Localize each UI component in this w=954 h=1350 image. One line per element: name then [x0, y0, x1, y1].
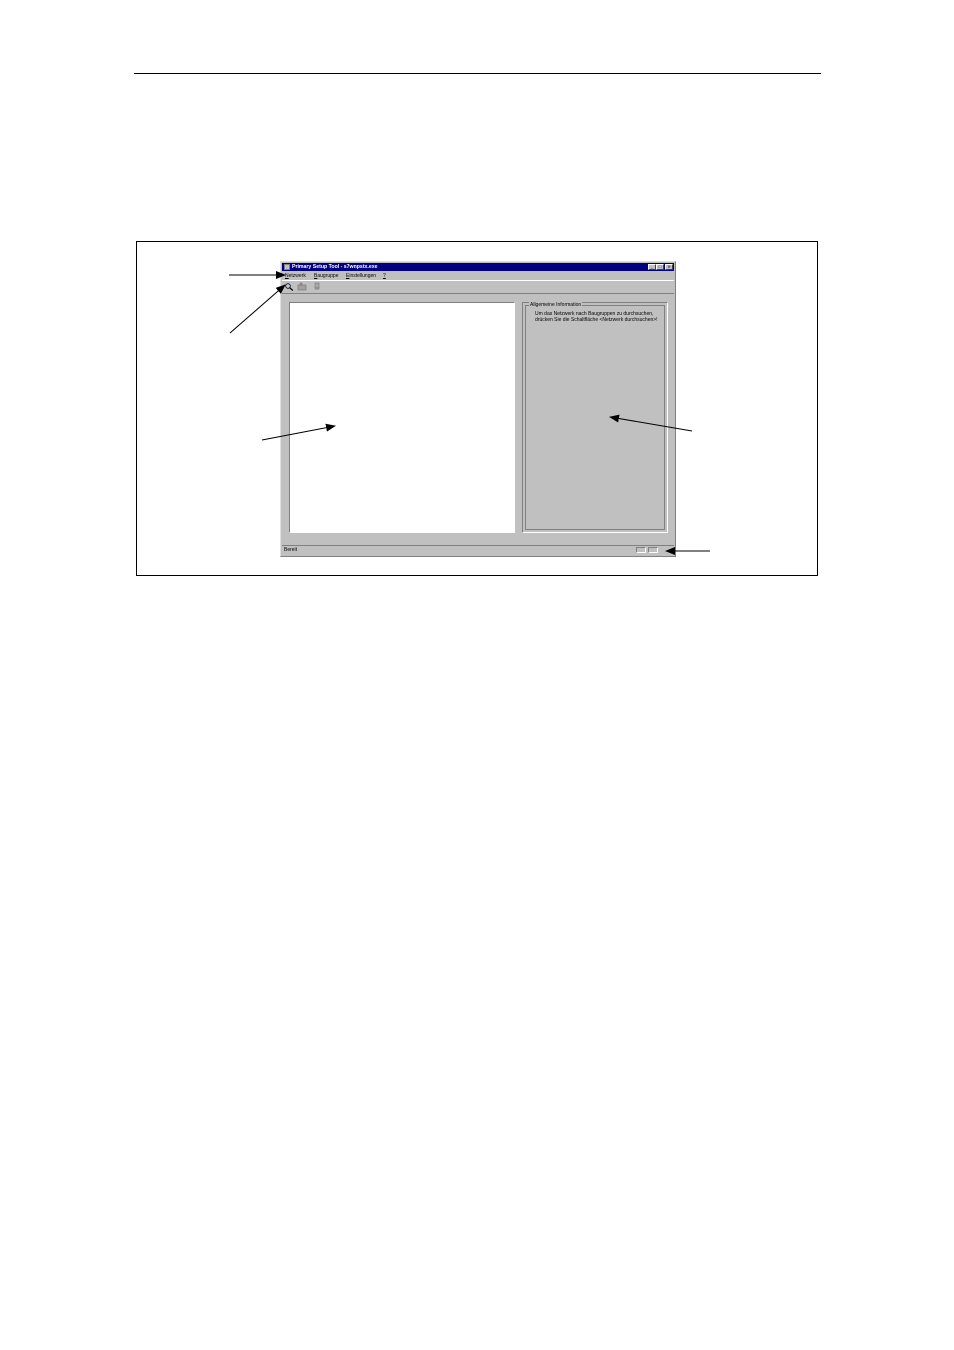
toolbar-callout-arrow	[229, 284, 286, 334]
callout-arrows	[229, 271, 710, 555]
tree-callout-arrow	[261, 423, 336, 441]
info-callout-arrow	[609, 414, 693, 432]
